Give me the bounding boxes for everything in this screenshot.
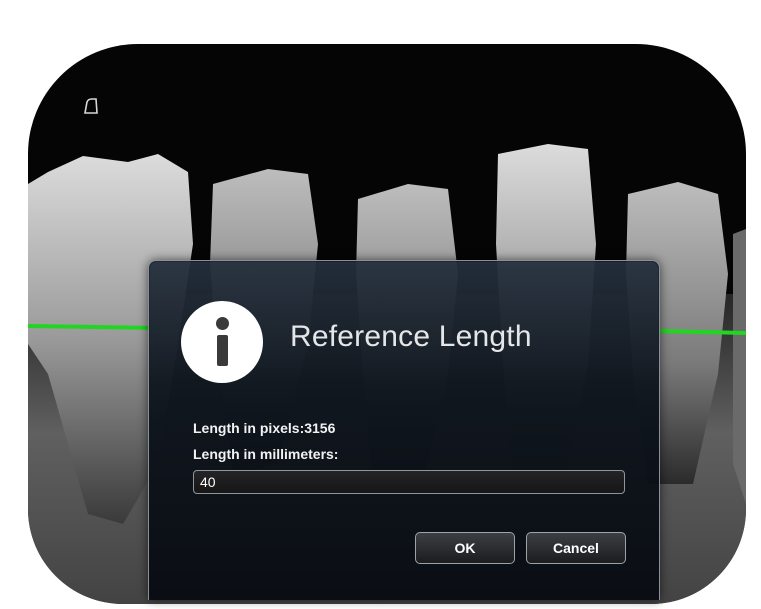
- measurement-line-left: [28, 324, 159, 330]
- corner-marker-icon: [84, 98, 98, 114]
- cancel-button[interactable]: Cancel: [526, 532, 626, 564]
- info-icon: [181, 301, 263, 383]
- length-in-millimeters-label: Length in millimeters:: [193, 446, 339, 462]
- ok-button[interactable]: OK: [415, 532, 515, 564]
- dialog-title: Reference Length: [290, 320, 532, 353]
- measurement-line-right: [659, 329, 746, 335]
- reference-length-dialog: Reference Length Length in pixels:3156 L…: [148, 260, 660, 600]
- millimeters-input[interactable]: [193, 470, 625, 494]
- length-in-pixels-label: Length in pixels:3156: [193, 420, 336, 436]
